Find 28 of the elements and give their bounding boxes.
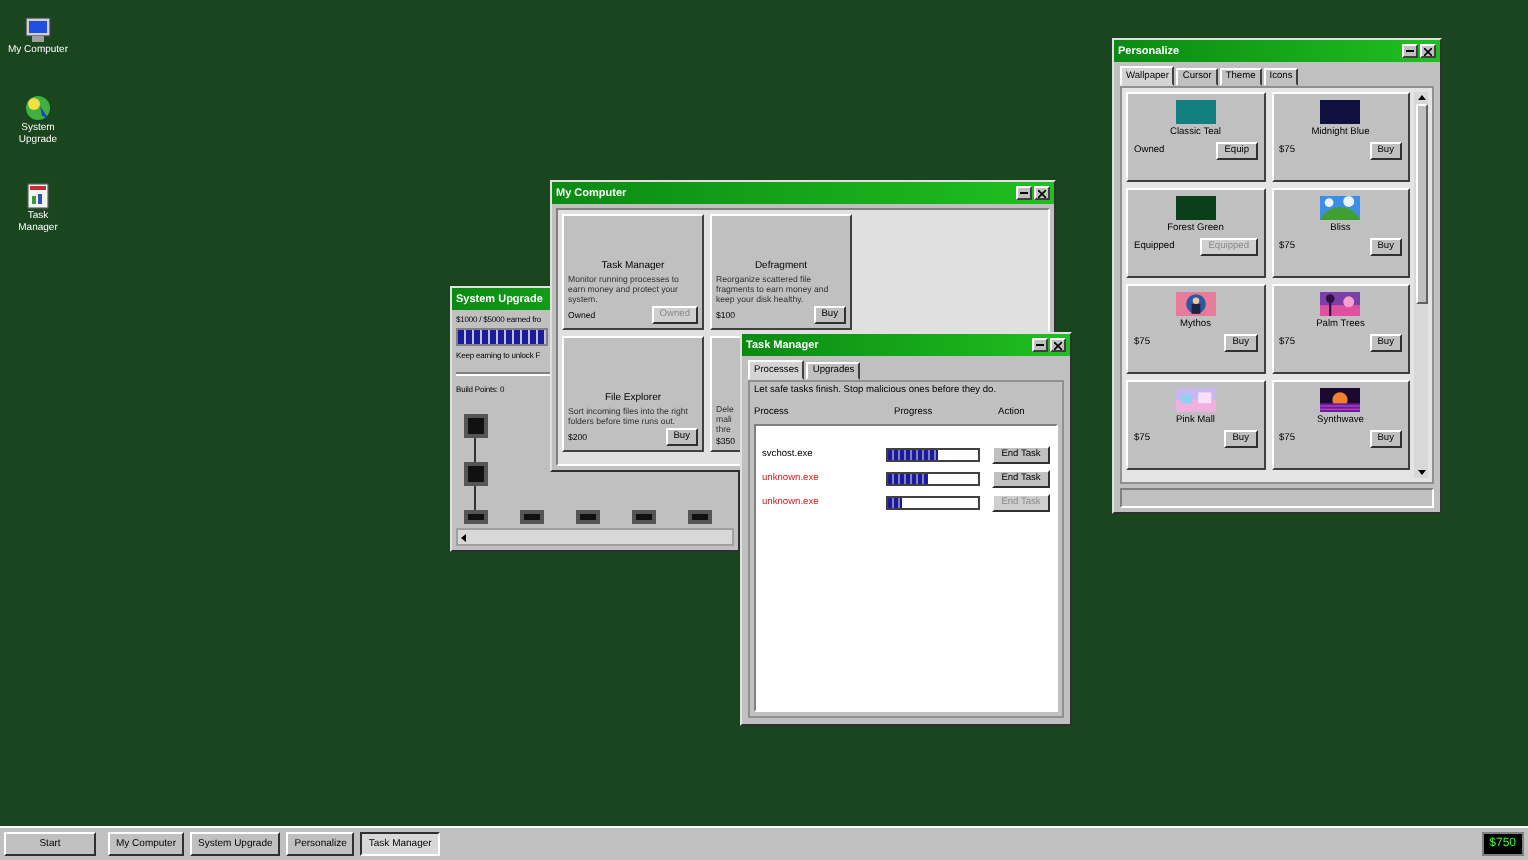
minimize-icon — [1406, 50, 1414, 52]
upgrade-node[interactable] — [688, 510, 712, 524]
close-icon — [1054, 341, 1062, 349]
up-arrow-icon[interactable] — [1415, 92, 1427, 104]
close-button[interactable] — [1050, 338, 1066, 352]
minimize-button[interactable] — [1016, 186, 1032, 200]
upgrade-node[interactable] — [464, 510, 488, 524]
upgrade-node[interactable] — [520, 510, 544, 524]
upgrade-node[interactable] — [576, 510, 600, 524]
close-icon — [1424, 47, 1432, 55]
down-arrow-icon[interactable] — [1415, 466, 1427, 478]
close-icon — [1038, 189, 1046, 197]
globe-icon[interactable] — [24, 93, 52, 122]
upgrade-node[interactable] — [464, 414, 488, 438]
left-arrow-icon[interactable] — [458, 531, 470, 543]
scroll-thumb[interactable] — [1415, 104, 1427, 304]
upgrade-node[interactable] — [464, 462, 488, 486]
minimize-button[interactable] — [1402, 44, 1418, 58]
minimize-icon — [1020, 192, 1028, 194]
upgrade-node[interactable] — [632, 510, 656, 524]
computer-icon[interactable] — [24, 16, 52, 44]
minimize-icon — [1036, 344, 1044, 346]
document-icon[interactable] — [24, 182, 52, 211]
minimize-button[interactable] — [1032, 338, 1048, 352]
scrollbar[interactable] — [1414, 92, 1428, 478]
close-button[interactable] — [1034, 186, 1050, 200]
close-button[interactable] — [1420, 44, 1436, 58]
scrollbar[interactable] — [456, 528, 734, 546]
